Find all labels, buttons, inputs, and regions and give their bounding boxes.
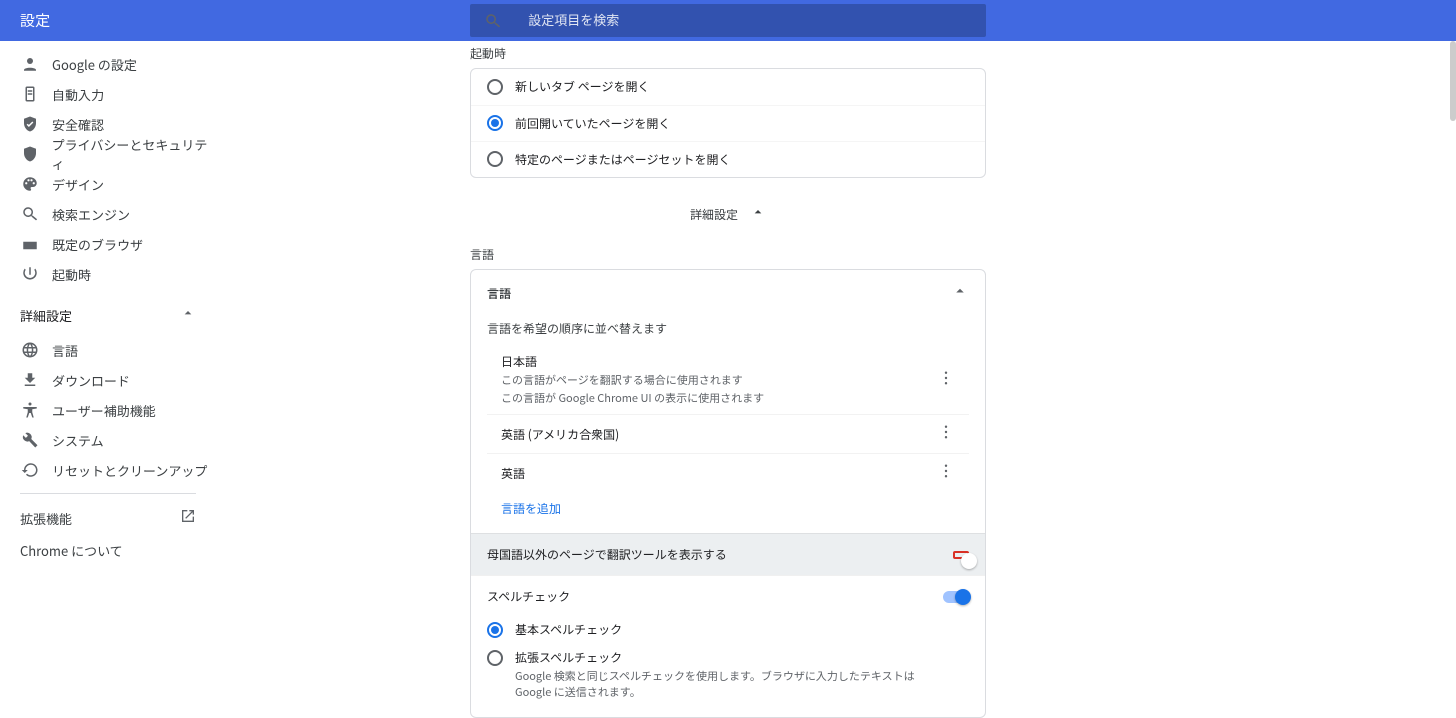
spellcheck-basic-option[interactable]: 基本スペルチェック (471, 617, 985, 645)
power-icon (20, 264, 40, 284)
language-reorder-desc: 言語を希望の順序に並べ替えます (471, 316, 985, 345)
sidebar-item-label: デザイン (52, 175, 104, 194)
advanced-divider-label: 詳細設定 (690, 206, 738, 223)
sidebar-item-autofill[interactable]: 自動入力 (0, 79, 216, 109)
add-language-button[interactable]: 言語を追加 (487, 492, 969, 525)
highlight-box (953, 551, 969, 559)
sidebar-item-privacy[interactable]: プライバシーとセキュリティ (0, 139, 216, 169)
search-box[interactable] (470, 4, 986, 37)
radio-label: 前回開いていたページを開く (515, 115, 670, 132)
startup-option-newtab[interactable]: 新しいタブ ページを開く (471, 69, 985, 105)
language-card-head: 言語 (487, 285, 511, 302)
radio-label: 拡張スペルチェック (515, 649, 935, 666)
language-item: 英語 (487, 453, 969, 492)
sidebar-item-appearance[interactable]: デザイン (0, 169, 216, 199)
sidebar-item-extensions[interactable]: 拡張機能 (0, 502, 216, 534)
sidebar-item-label: ユーザー補助機能 (52, 401, 156, 420)
shield-check-icon (20, 114, 40, 134)
accessibility-icon (20, 400, 40, 420)
sidebar-section-advanced[interactable]: 詳細設定 (0, 295, 216, 335)
language-name: 英語 (501, 465, 525, 482)
language-heading: 言語 (470, 242, 986, 269)
radio-icon (487, 151, 503, 167)
language-card: 言語 言語を希望の順序に並べ替えます 日本語 この言語がページを翻訳する場合に使… (470, 269, 986, 718)
translate-toggle-row: 母国語以外のページで翻訳ツールを表示する (471, 533, 985, 575)
clipboard-icon (20, 84, 40, 104)
search-input[interactable] (528, 13, 972, 28)
sidebar-item-system[interactable]: システム (0, 425, 216, 455)
sidebar-item-label: リセットとクリーンアップ (52, 461, 207, 480)
language-more-button[interactable] (937, 369, 955, 391)
language-expander[interactable]: 言語 (471, 270, 985, 316)
sidebar-item-google[interactable]: Google の設定 (0, 49, 216, 79)
person-icon (20, 54, 40, 74)
radio-icon (487, 115, 503, 131)
language-more-button[interactable] (937, 462, 955, 484)
shield-icon (20, 144, 40, 164)
radio-sublabel: Google 検索と同じスペルチェックを使用します。ブラウザに入力したテキストは… (515, 668, 935, 700)
browser-icon (20, 234, 40, 254)
sidebar-section-label: 詳細設定 (20, 306, 72, 325)
sidebar-item-label: Google の設定 (52, 55, 137, 74)
sidebar-item-label: 拡張機能 (20, 509, 72, 528)
sidebar-item-default-browser[interactable]: 既定のブラウザ (0, 229, 216, 259)
sidebar-item-label: ダウンロード (52, 371, 130, 390)
language-name: 日本語 (501, 353, 764, 370)
sidebar-item-reset[interactable]: リセットとクリーンアップ (0, 455, 216, 485)
globe-icon (20, 340, 40, 360)
palette-icon (20, 174, 40, 194)
sidebar-item-label: 自動入力 (52, 85, 104, 104)
sidebar-item-label: Chrome について (20, 541, 123, 560)
sidebar-item-startup[interactable]: 起動時 (0, 259, 216, 289)
radio-icon (487, 79, 503, 95)
chevron-up-icon (750, 204, 766, 224)
sidebar-item-search-engine[interactable]: 検索エンジン (0, 199, 216, 229)
chevron-up-icon (951, 282, 969, 304)
radio-icon (487, 622, 503, 638)
sidebar-item-label: 検索エンジン (52, 205, 130, 224)
language-item: 日本語 この言語がページを翻訳する場合に使用されます この言語が Google … (487, 345, 969, 414)
language-item: 英語 (アメリカ合衆国) (487, 414, 969, 453)
search-icon (484, 11, 502, 31)
translate-toggle-label: 母国語以外のページで翻訳ツールを表示する (487, 546, 727, 563)
sidebar-item-label: システム (52, 431, 104, 450)
sidebar-item-accessibility[interactable]: ユーザー補助機能 (0, 395, 216, 425)
spellcheck-toggle-row: スペルチェック (471, 575, 985, 617)
spellcheck-toggle[interactable] (943, 591, 969, 603)
radio-icon (487, 650, 503, 666)
radio-label: 特定のページまたはページセットを開く (515, 151, 731, 168)
wrench-icon (20, 430, 40, 450)
sidebar-item-label: 既定のブラウザ (52, 235, 143, 254)
scrollbar[interactable] (1450, 41, 1456, 121)
sidebar-item-about[interactable]: Chrome について (0, 534, 216, 566)
sidebar-item-downloads[interactable]: ダウンロード (0, 365, 216, 395)
search-icon (20, 204, 40, 224)
spellcheck-enhanced-option[interactable]: 拡張スペルチェック Google 検索と同じスペルチェックを使用します。ブラウザ… (471, 645, 985, 705)
external-link-icon (180, 508, 196, 528)
restore-icon (20, 460, 40, 480)
advanced-divider[interactable]: 詳細設定 (470, 194, 986, 234)
sidebar-item-label: プライバシーとセキュリティ (52, 135, 216, 173)
page-title: 設定 (0, 10, 470, 31)
language-name: 英語 (アメリカ合衆国) (501, 426, 619, 443)
language-more-button[interactable] (937, 423, 955, 445)
language-sub: この言語が Google Chrome UI の表示に使用されます (501, 390, 764, 406)
startup-option-continue[interactable]: 前回開いていたページを開く (471, 105, 985, 141)
sidebar-item-label: 安全確認 (52, 115, 104, 134)
download-icon (20, 370, 40, 390)
radio-label: 新しいタブ ページを開く (515, 78, 649, 95)
startup-heading: 起動時 (470, 41, 986, 68)
sidebar-item-label: 言語 (52, 341, 78, 360)
sidebar-item-label: 起動時 (52, 265, 91, 284)
startup-card: 新しいタブ ページを開く 前回開いていたページを開く 特定のページまたはページセ… (470, 68, 986, 178)
startup-option-specific[interactable]: 特定のページまたはページセットを開く (471, 141, 985, 177)
chevron-up-icon (180, 305, 196, 325)
radio-label: 基本スペルチェック (515, 621, 622, 638)
sidebar-item-languages[interactable]: 言語 (0, 335, 216, 365)
spellcheck-heading: スペルチェック (487, 588, 570, 605)
language-sub: この言語がページを翻訳する場合に使用されます (501, 372, 764, 388)
